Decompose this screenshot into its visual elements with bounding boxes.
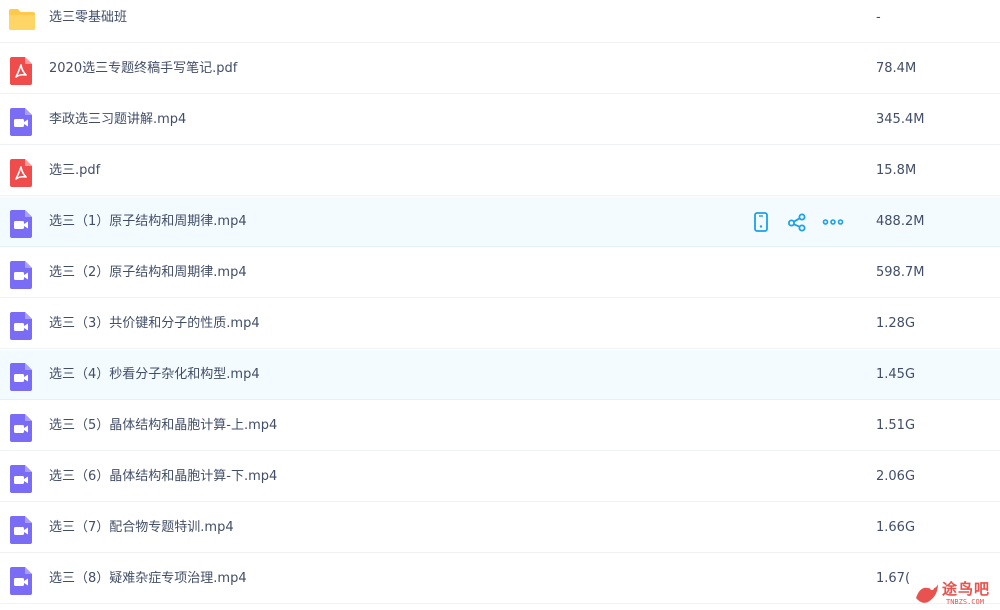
file-row[interactable]: 选三（5）晶体结构和晶胞计算-上.mp4 1.51G bbox=[0, 401, 1000, 451]
folder-row[interactable]: 选三零基础班 - bbox=[0, 0, 1000, 43]
file-size: 2.06G bbox=[876, 469, 916, 484]
file-row[interactable]: 选三.pdf 15.8M bbox=[0, 146, 1000, 196]
file-size: 1.51G bbox=[876, 418, 916, 433]
file-size: 78.4M bbox=[876, 61, 917, 76]
video-file-icon bbox=[8, 312, 34, 340]
video-file-icon bbox=[8, 516, 34, 544]
watermark-logo-icon bbox=[916, 584, 938, 603]
file-name[interactable]: 选三（6）晶体结构和晶胞计算-下.mp4 bbox=[49, 452, 277, 502]
file-row[interactable]: 选三（2）原子结构和周期律.mp4 598.7M bbox=[0, 248, 1000, 298]
file-size: 1.66G bbox=[876, 520, 916, 535]
share-icon[interactable] bbox=[786, 211, 808, 233]
file-size: 1.28G bbox=[876, 316, 916, 331]
watermark-subtext: TNBZS.COM bbox=[946, 598, 984, 606]
file-size: 345.4M bbox=[876, 112, 925, 127]
file-name[interactable]: 选三（2）原子结构和周期律.mp4 bbox=[49, 248, 247, 298]
file-name[interactable]: 李政选三习题讲解.mp4 bbox=[49, 95, 186, 145]
file-name[interactable]: 选三（7）配合物专题特训.mp4 bbox=[49, 503, 234, 553]
file-name[interactable]: 选三.pdf bbox=[49, 146, 100, 196]
video-file-icon bbox=[8, 567, 34, 595]
file-name[interactable]: 选三（5）晶体结构和晶胞计算-上.mp4 bbox=[49, 401, 277, 451]
file-size: 598.7M bbox=[876, 265, 925, 280]
phone-icon[interactable] bbox=[750, 211, 772, 233]
video-file-icon bbox=[8, 414, 34, 442]
file-row[interactable]: 选三（3）共价键和分子的性质.mp4 1.28G bbox=[0, 299, 1000, 349]
file-row[interactable]: 选三（6）晶体结构和晶胞计算-下.mp4 2.06G bbox=[0, 452, 1000, 502]
file-name[interactable]: 2020选三专题终稿手写笔记.pdf bbox=[49, 44, 237, 94]
folder-icon bbox=[8, 6, 35, 32]
watermark: 途鸟吧 TNBZS.COM bbox=[912, 576, 1000, 610]
file-size: - bbox=[876, 10, 881, 25]
video-file-icon bbox=[8, 108, 34, 136]
file-size: 1.45G bbox=[876, 367, 916, 382]
file-row[interactable]: 李政选三习题讲解.mp4 345.4M bbox=[0, 95, 1000, 145]
file-name[interactable]: 选三（3）共价键和分子的性质.mp4 bbox=[49, 299, 260, 349]
file-row[interactable]: 选三（1）原子结构和周期律.mp4 488.2M bbox=[0, 197, 1000, 247]
video-file-icon bbox=[8, 465, 34, 493]
watermark-text: 途鸟吧 bbox=[942, 580, 991, 598]
pdf-file-icon bbox=[8, 57, 34, 85]
video-file-icon bbox=[8, 363, 34, 391]
file-name[interactable]: 选三（1）原子结构和周期律.mp4 bbox=[49, 197, 247, 247]
file-size: 1.67( bbox=[876, 571, 911, 586]
file-row[interactable]: 选三（8）疑难杂症专项治理.mp4 1.67( bbox=[0, 554, 1000, 604]
pdf-file-icon bbox=[8, 159, 34, 187]
more-icon[interactable] bbox=[822, 211, 844, 233]
file-row[interactable]: 选三（4）秒看分子杂化和构型.mp4 1.45G bbox=[0, 350, 1000, 400]
file-row[interactable]: 2020选三专题终稿手写笔记.pdf 78.4M bbox=[0, 44, 1000, 94]
file-size: 15.8M bbox=[876, 163, 917, 178]
file-name[interactable]: 选三（8）疑难杂症专项治理.mp4 bbox=[49, 554, 247, 604]
file-size: 488.2M bbox=[876, 214, 925, 229]
file-name[interactable]: 选三零基础班 bbox=[49, 0, 127, 43]
video-file-icon bbox=[8, 261, 34, 289]
video-file-icon bbox=[8, 210, 34, 238]
file-name[interactable]: 选三（4）秒看分子杂化和构型.mp4 bbox=[49, 350, 260, 400]
file-row[interactable]: 选三（7）配合物专题特训.mp4 1.66G bbox=[0, 503, 1000, 553]
